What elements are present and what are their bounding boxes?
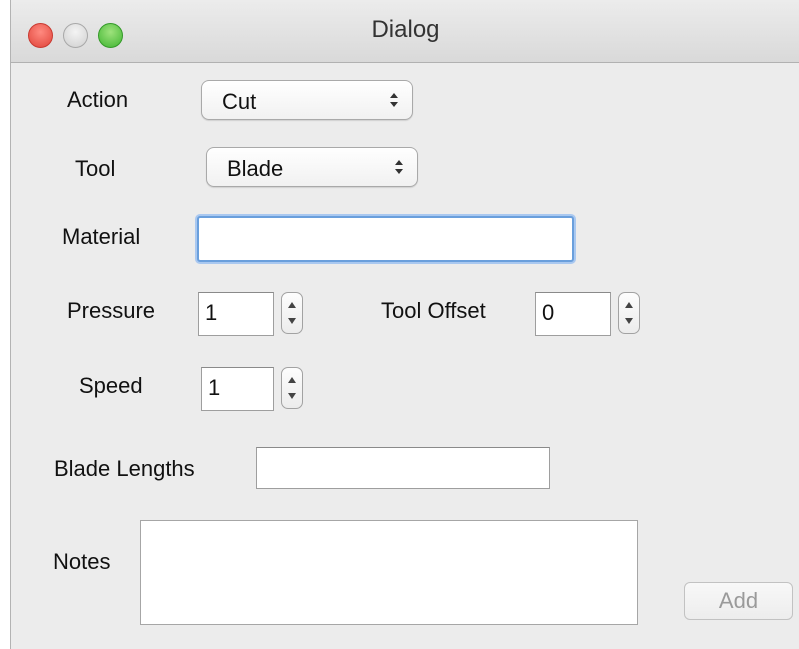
notes-label: Notes: [53, 549, 111, 574]
tool-offset-label: Tool Offset: [381, 298, 486, 323]
pressure-stepper[interactable]: [281, 292, 303, 334]
action-popup-value: Cut: [222, 89, 257, 114]
stepper-arrows-icon: [288, 377, 296, 399]
updown-arrows-icon: [393, 157, 405, 177]
pressure-input[interactable]: 1: [198, 292, 274, 336]
action-popup[interactable]: Cut: [201, 80, 413, 120]
speed-stepper[interactable]: [281, 367, 303, 409]
stepper-arrows-icon: [625, 302, 633, 324]
blade-lengths-label: Blade Lengths: [54, 456, 195, 481]
blade-lengths-input[interactable]: [256, 447, 550, 489]
material-label: Material: [62, 224, 141, 249]
window-title: Dialog: [371, 16, 440, 43]
add-button[interactable]: Add: [684, 582, 793, 620]
speed-label: Speed: [79, 373, 143, 398]
updown-arrows-icon: [388, 90, 400, 110]
action-label: Action: [67, 87, 129, 112]
speed-input[interactable]: 1: [201, 367, 274, 411]
tool-offset-input[interactable]: 0: [535, 292, 611, 336]
dialog-window: Dialog Action Cut Tool Blade Material Pr…: [10, 0, 799, 649]
pressure-label: Pressure: [67, 298, 156, 323]
material-input[interactable]: [197, 216, 574, 262]
tool-popup[interactable]: Blade: [206, 147, 418, 187]
stepper-arrows-icon: [288, 302, 296, 324]
tool-popup-value: Blade: [227, 156, 284, 181]
tool-label: Tool: [75, 156, 116, 181]
tool-offset-stepper[interactable]: [618, 292, 640, 334]
title-bar[interactable]: Dialog: [11, 0, 799, 63]
notes-textarea[interactable]: [140, 520, 638, 625]
